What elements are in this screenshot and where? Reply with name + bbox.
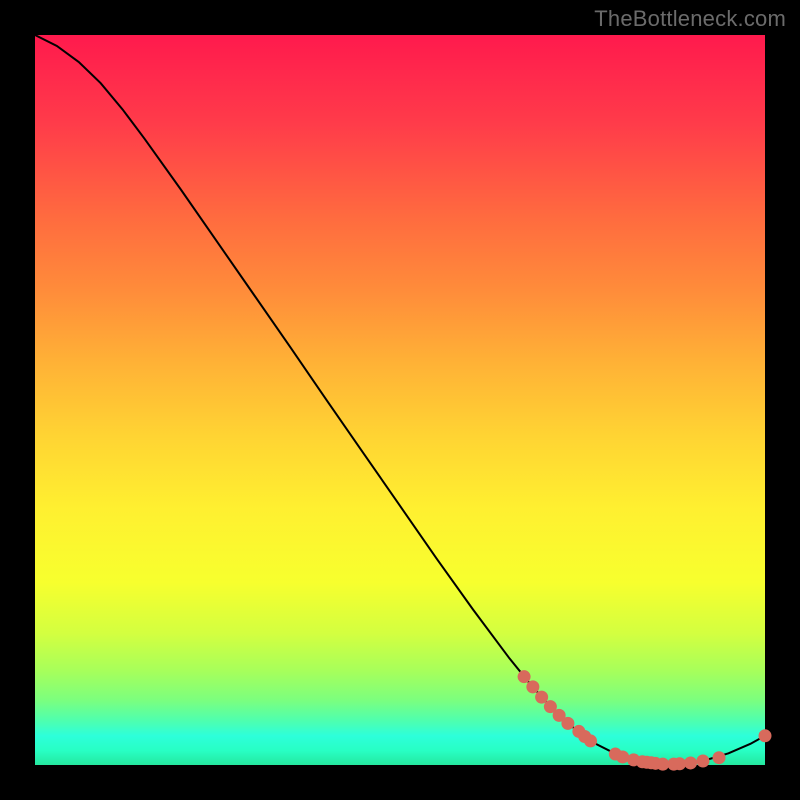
data-point xyxy=(684,756,697,769)
data-point xyxy=(561,717,574,730)
data-points xyxy=(518,670,772,770)
data-point xyxy=(584,734,597,747)
data-point xyxy=(696,754,709,767)
data-point xyxy=(759,729,772,742)
data-point xyxy=(526,680,539,693)
chart-stage: TheBottleneck.com xyxy=(0,0,800,800)
watermark-text: TheBottleneck.com xyxy=(594,6,786,32)
bottleneck-curve xyxy=(35,35,765,764)
data-point xyxy=(713,751,726,764)
chart-svg xyxy=(35,35,765,765)
data-point xyxy=(616,750,629,763)
data-point xyxy=(518,670,531,683)
plot-area xyxy=(35,35,765,765)
